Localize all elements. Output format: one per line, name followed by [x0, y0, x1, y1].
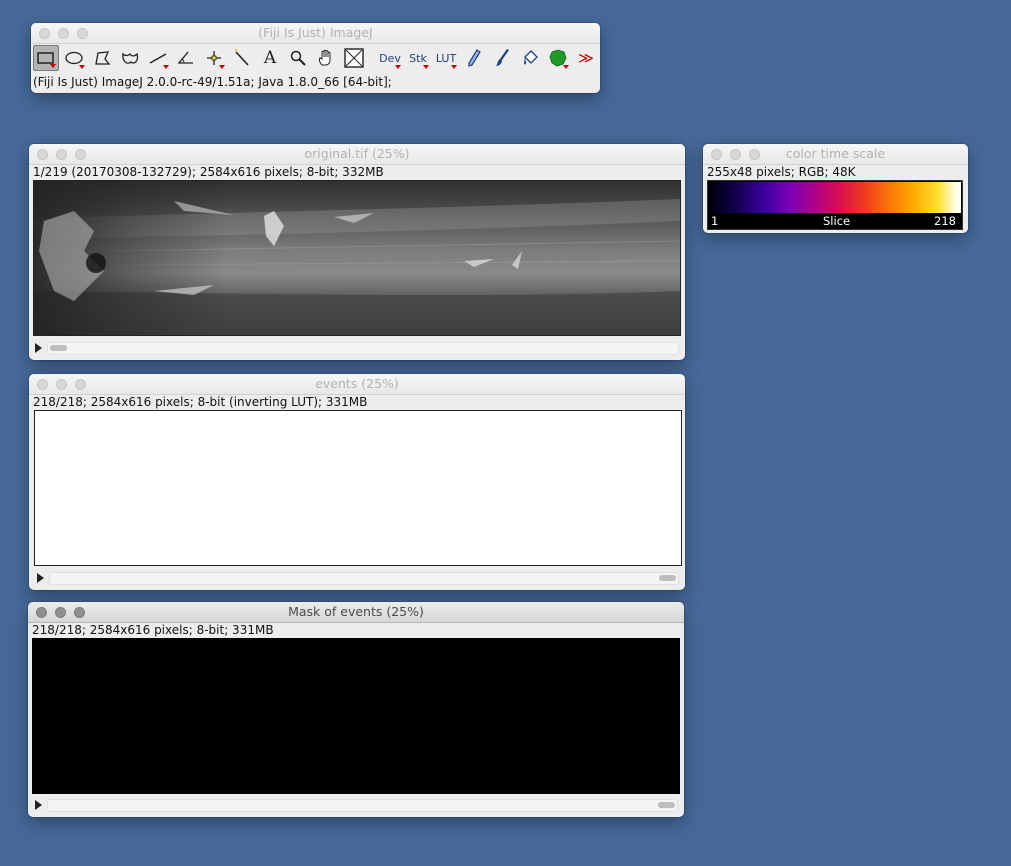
- zoom-button[interactable]: [749, 149, 760, 160]
- image-info: 1/219 (20170308-132729); 2584x616 pixels…: [33, 165, 384, 179]
- window-title: (Fiji Is Just) ImageJ: [258, 25, 373, 40]
- window-title: original.tif (25%): [304, 146, 410, 161]
- hand-icon: [318, 49, 331, 66]
- stk-menu-tool[interactable]: Stk: [405, 45, 431, 71]
- main-titlebar[interactable]: (Fiji Is Just) ImageJ: [31, 23, 600, 44]
- magnifier-icon: [290, 50, 306, 66]
- line-tool[interactable]: [145, 45, 171, 71]
- scroll-track[interactable]: [47, 799, 678, 812]
- rectangle-tool[interactable]: [33, 45, 59, 71]
- events-window: events (25%) 218/218; 2584x616 pixels; 8…: [29, 374, 685, 590]
- events-titlebar[interactable]: events (25%): [29, 374, 685, 395]
- line-icon: [149, 53, 167, 64]
- color-picker-icon: [344, 48, 364, 68]
- rectangle-icon: [37, 52, 54, 64]
- angle-icon: [177, 51, 193, 64]
- scroll-thumb[interactable]: [50, 345, 67, 351]
- oval-icon: [65, 51, 83, 65]
- status-bar: (Fiji Is Just) ImageJ 2.0.0-rc-49/1.51a;…: [33, 75, 392, 89]
- color-scale-titlebar[interactable]: color time scale: [703, 144, 968, 165]
- mask-window: Mask of events (25%) 218/218; 2584x616 p…: [28, 602, 684, 817]
- slice-scrollbar: [37, 571, 679, 585]
- window-controls: [711, 149, 760, 160]
- image-canvas[interactable]: [32, 638, 680, 794]
- oval-tool[interactable]: [61, 45, 87, 71]
- zoom-button[interactable]: [77, 28, 88, 39]
- magnifier-tool[interactable]: [285, 45, 311, 71]
- scale-axis-label: Slice: [823, 214, 851, 228]
- window-controls: [36, 607, 85, 618]
- angle-tool[interactable]: [173, 45, 199, 71]
- pencil-icon: [468, 49, 481, 67]
- zoom-button[interactable]: [75, 149, 86, 160]
- slice-scrollbar: [35, 341, 679, 355]
- play-icon[interactable]: [37, 573, 44, 583]
- lut-label: LUT: [435, 51, 457, 65]
- toolbar: A Dev Stk LUT ≫: [33, 45, 600, 71]
- close-button[interactable]: [37, 149, 48, 160]
- original-image-window: original.tif (25%) 1/219 (20170308-13272…: [29, 144, 685, 360]
- scroll-track[interactable]: [49, 572, 679, 585]
- brush-icon: [496, 49, 509, 66]
- wand-tool[interactable]: [229, 45, 255, 71]
- text-tool[interactable]: A: [257, 45, 283, 71]
- fire-lut-gradient: [709, 182, 961, 213]
- window-title: color time scale: [785, 146, 886, 161]
- scale-max-label: 218: [934, 214, 956, 228]
- minimize-button[interactable]: [56, 379, 67, 390]
- lut-menu-tool[interactable]: LUT: [433, 45, 459, 71]
- zoom-button[interactable]: [75, 379, 86, 390]
- scroll-track[interactable]: [47, 342, 679, 355]
- grayscale-specimen-image: [34, 181, 680, 335]
- color-scale-bar[interactable]: 1 Slice 218: [707, 180, 963, 230]
- minimize-button[interactable]: [56, 149, 67, 160]
- dev-label: Dev: [379, 51, 401, 65]
- window-controls: [37, 149, 86, 160]
- color-time-scale-window: color time scale 255x48 pixels; RGB; 48K…: [703, 144, 968, 233]
- image-info: 255x48 pixels; RGB; 48K: [707, 165, 856, 179]
- window-controls: [39, 28, 88, 39]
- scroll-thumb[interactable]: [658, 802, 675, 808]
- original-titlebar[interactable]: original.tif (25%): [29, 144, 685, 165]
- close-button[interactable]: [36, 607, 47, 618]
- minimize-button[interactable]: [55, 607, 66, 618]
- scroll-thumb[interactable]: [659, 575, 676, 581]
- polygon-icon: [95, 51, 111, 65]
- scale-min-label: 1: [711, 214, 719, 228]
- minimize-button[interactable]: [730, 149, 741, 160]
- close-button[interactable]: [711, 149, 722, 160]
- mask-titlebar[interactable]: Mask of events (25%): [28, 602, 684, 623]
- paint-bucket-icon: [524, 50, 538, 65]
- image-canvas[interactable]: [33, 180, 681, 336]
- polygon-tool[interactable]: [89, 45, 115, 71]
- slice-scrollbar: [35, 798, 678, 812]
- window-controls: [37, 379, 86, 390]
- close-button[interactable]: [39, 28, 50, 39]
- play-icon[interactable]: [35, 343, 42, 353]
- minimize-button[interactable]: [58, 28, 69, 39]
- stk-label: Stk: [409, 51, 427, 65]
- magic-wand-icon: [235, 49, 249, 66]
- freehand-tool[interactable]: [117, 45, 143, 71]
- freehand-icon: [122, 52, 139, 64]
- image-canvas[interactable]: [34, 410, 682, 566]
- more-tools-button[interactable]: ≫: [573, 45, 599, 71]
- pencil-tool[interactable]: [461, 45, 487, 71]
- plugins-tool[interactable]: [545, 45, 571, 71]
- dev-menu-tool[interactable]: Dev: [377, 45, 403, 71]
- window-title: events (25%): [315, 376, 399, 391]
- flood-fill-tool[interactable]: [517, 45, 543, 71]
- dropper-tool[interactable]: [341, 45, 367, 71]
- imagej-main-window: (Fiji Is Just) ImageJ A Dev Stk LUT ≫ (F…: [31, 23, 600, 93]
- brush-tool[interactable]: [489, 45, 515, 71]
- image-info: 218/218; 2584x616 pixels; 8-bit (inverti…: [33, 395, 368, 409]
- point-tool[interactable]: [201, 45, 227, 71]
- zoom-button[interactable]: [74, 607, 85, 618]
- image-info: 218/218; 2584x616 pixels; 8-bit; 331MB: [32, 623, 274, 637]
- play-icon[interactable]: [35, 800, 42, 810]
- hand-tool[interactable]: [313, 45, 339, 71]
- close-button[interactable]: [37, 379, 48, 390]
- window-title: Mask of events (25%): [288, 604, 424, 619]
